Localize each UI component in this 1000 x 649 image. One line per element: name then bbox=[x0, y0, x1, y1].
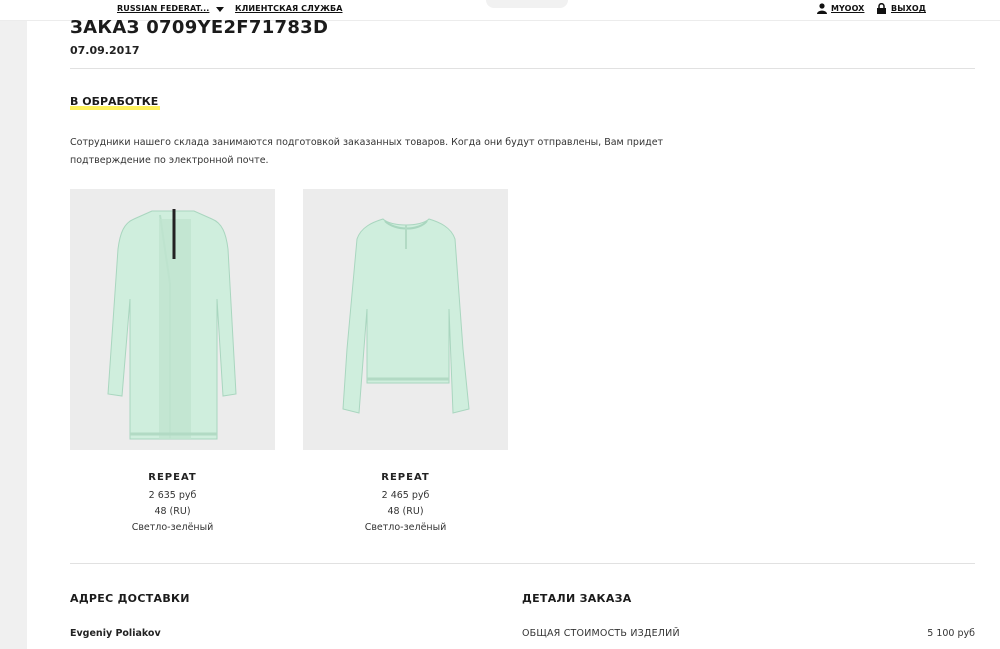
logo-tab bbox=[486, 0, 568, 8]
myoox-link[interactable]: MYOOX bbox=[831, 4, 864, 13]
product-brand: REPEAT bbox=[381, 472, 430, 483]
product-image[interactable] bbox=[70, 189, 275, 450]
recipient-name: Evgeniy Poliakov bbox=[70, 628, 161, 639]
items-total-label: ОБЩАЯ СТОИМОСТЬ ИЗДЕЛИЙ bbox=[522, 628, 680, 639]
shipping-address-heading: АДРЕС ДОСТАВКИ bbox=[70, 592, 190, 605]
product-image[interactable] bbox=[303, 189, 508, 450]
product-color: Светло-зелёный bbox=[131, 522, 214, 533]
product-color: Светло-зелёный bbox=[364, 522, 447, 533]
mint-sweater-image bbox=[342, 218, 470, 414]
mint-cardigan-image bbox=[107, 209, 237, 440]
divider bbox=[70, 68, 975, 69]
product-card[interactable]: REPEAT 2 465 руб 48 (RU) Светло-зелёный bbox=[303, 189, 508, 533]
country-selector[interactable]: RUSSIAN FEDERAT... bbox=[117, 4, 209, 13]
items-total-value: 5 100 руб bbox=[927, 628, 975, 639]
order-title: ЗАКАЗ 0709YE2F71783D bbox=[70, 17, 329, 38]
divider bbox=[70, 563, 975, 564]
order-status: В ОБРАБОТКЕ bbox=[70, 95, 159, 108]
order-date: 07.09.2017 bbox=[70, 44, 140, 57]
lock-icon[interactable] bbox=[876, 3, 887, 14]
status-description: Сотрудники нашего склада занимаются подг… bbox=[70, 137, 664, 166]
product-size: 48 (RU) bbox=[154, 506, 191, 517]
product-price: 2 635 руб bbox=[148, 490, 197, 501]
product-brand: REPEAT bbox=[148, 472, 197, 483]
product-size: 48 (RU) bbox=[387, 506, 424, 517]
chevron-down-icon[interactable] bbox=[216, 7, 224, 12]
product-card[interactable]: REPEAT 2 635 руб 48 (RU) Светло-зелёный bbox=[70, 189, 275, 533]
user-icon[interactable] bbox=[817, 3, 827, 14]
customer-service-link[interactable]: КЛИЕНТСКАЯ СЛУЖБА bbox=[235, 4, 343, 13]
left-gutter bbox=[0, 0, 27, 649]
order-details-heading: ДЕТАЛИ ЗАКАЗА bbox=[522, 592, 632, 605]
logout-link[interactable]: ВЫХОД bbox=[891, 4, 926, 13]
product-price: 2 465 руб bbox=[381, 490, 430, 501]
